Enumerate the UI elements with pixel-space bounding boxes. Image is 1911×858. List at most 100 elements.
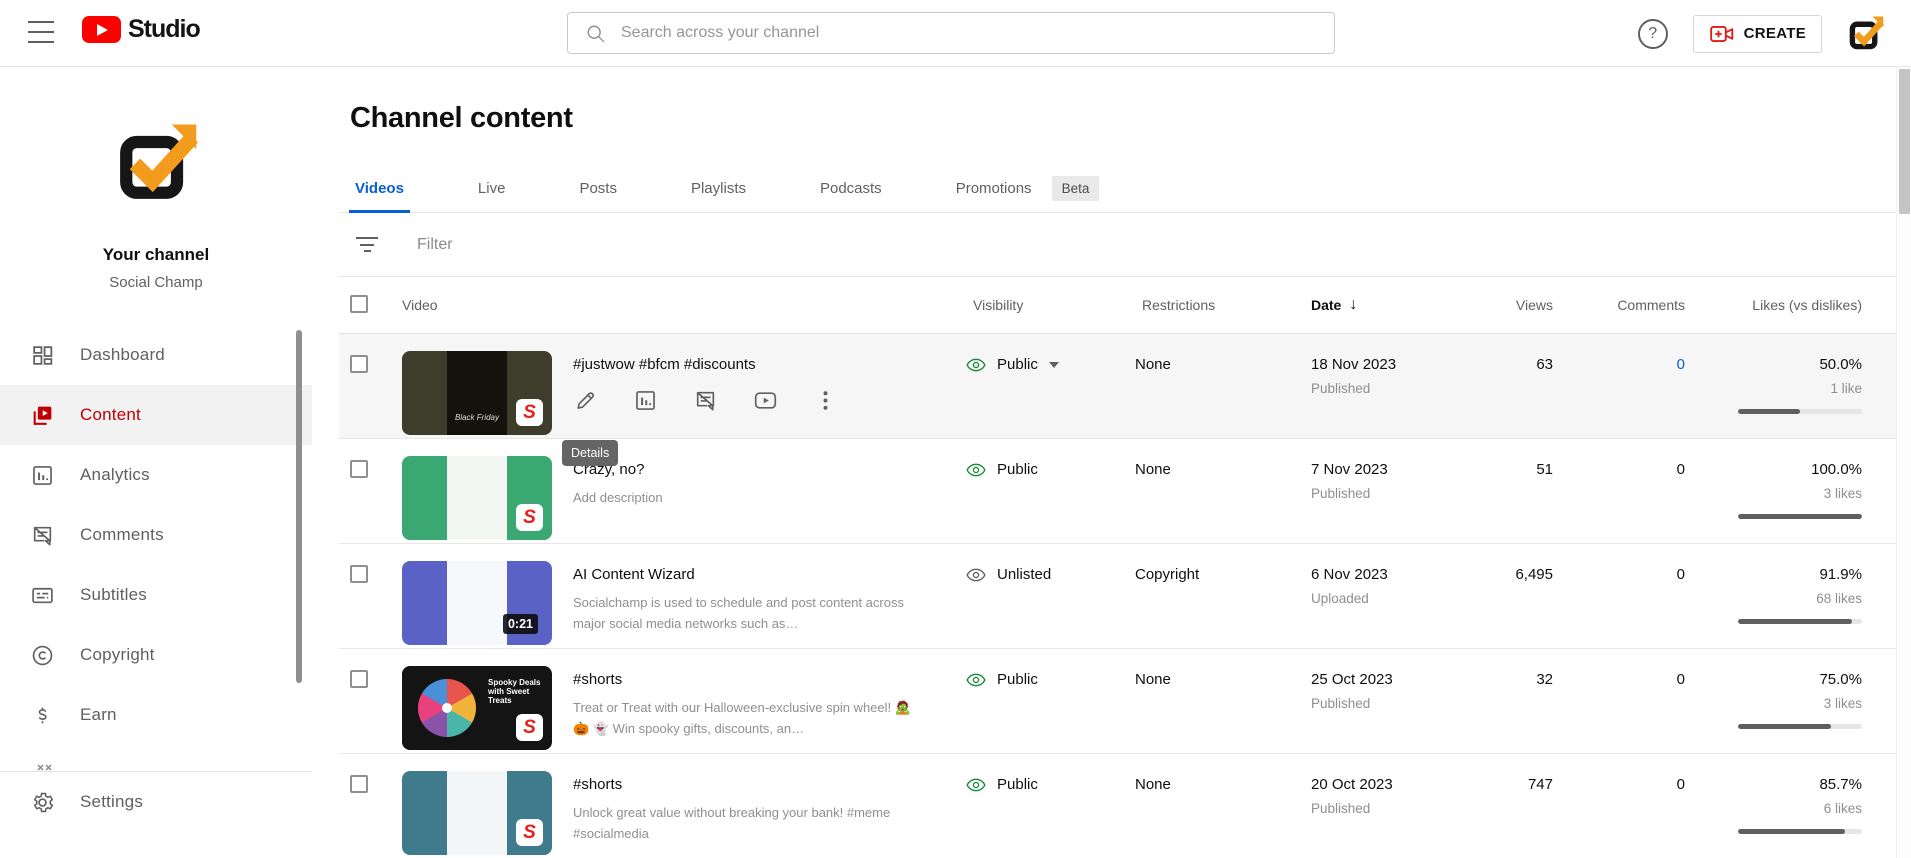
comments-icon[interactable] (693, 388, 718, 413)
row-checkbox[interactable] (350, 460, 368, 478)
col-header-views: Views (1515, 297, 1553, 313)
like-percentage: 85.7% (1819, 776, 1862, 793)
youtube-play-logo-icon (82, 16, 121, 43)
sidebar-item-settings[interactable]: Settings (0, 772, 312, 832)
likes-ratio-bar (1738, 619, 1862, 624)
eye-visibility-icon (966, 355, 986, 375)
sidebar-item-copyright[interactable]: Copyright (0, 625, 312, 685)
sidebar-item-subtitles[interactable]: Subtitles (0, 565, 312, 625)
sidebar-item-label: Subtitles (80, 585, 148, 604)
socialchamp-logo-badge: S (516, 504, 543, 531)
date-value: 25 Oct 2023 (1311, 671, 1393, 688)
restrictions-cell[interactable]: Copyright (1129, 544, 1304, 583)
like-percentage: 75.0% (1819, 671, 1862, 688)
tab-promotions[interactable]: Promotions (950, 165, 1038, 212)
sidebar-item-label: Earn (80, 705, 117, 724)
create-button[interactable]: CREATE (1692, 14, 1822, 53)
restrictions-cell[interactable]: None (1129, 649, 1304, 688)
comments-cell[interactable]: 0 (1559, 754, 1691, 793)
restrictions-cell[interactable]: None (1129, 334, 1304, 373)
comments-cell[interactable]: 0 (1559, 649, 1691, 688)
sidebar-item-earn[interactable]: Earn (0, 685, 312, 745)
eye-visibility-icon (966, 565, 986, 585)
sidebar-item-content[interactable]: Content (0, 385, 312, 445)
comments-cell[interactable]: 0 (1559, 334, 1691, 373)
visibility-cell[interactable]: Public (959, 754, 1129, 795)
video-title[interactable]: #justwow #bfcm #discounts (573, 356, 838, 373)
views-cell: 6,495 (1515, 566, 1553, 583)
partial-icon (33, 763, 57, 771)
comments-cell[interactable]: 0 (1559, 544, 1691, 583)
sidebar-scrollbar[interactable] (296, 330, 302, 683)
visibility-cell[interactable]: Public (959, 649, 1129, 690)
channel-search-bar[interactable] (567, 12, 1335, 54)
video-description[interactable]: Socialchamp is used to schedule and post… (573, 593, 921, 635)
youtube-studio-logo[interactable]: Studio (82, 15, 201, 44)
row-checkbox[interactable] (350, 670, 368, 688)
row-checkbox[interactable] (350, 775, 368, 793)
visibility-cell[interactable]: Public (959, 439, 1129, 480)
sidebar-item-analytics[interactable]: Analytics (0, 445, 312, 505)
table-row[interactable]: Spooky Deals with Sweet Treats S #shorts… (339, 649, 1896, 754)
row-checkbox[interactable] (350, 355, 368, 373)
row-checkbox[interactable] (350, 565, 368, 583)
tab-podcasts[interactable]: Podcasts (814, 165, 888, 212)
col-header-date[interactable]: Date ↓ (1304, 296, 1454, 314)
content-table: Video Visibility Restrictions Date ↓ Vie… (339, 277, 1896, 858)
edit-pencil-icon[interactable] (573, 388, 598, 413)
table-row[interactable]: Black Friday S #justwow #bfcm #discounts… (339, 334, 1896, 439)
search-input[interactable] (621, 24, 1334, 42)
visibility-dropdown-arrow-icon[interactable] (1048, 362, 1059, 368)
video-title[interactable]: #shorts (573, 776, 921, 793)
visibility-cell[interactable]: Public (959, 334, 1129, 375)
table-row[interactable]: 0:21 AI Content Wizard Socialchamp is us… (339, 544, 1896, 649)
view-on-youtube-icon[interactable] (753, 388, 778, 413)
video-thumbnail[interactable]: Spooky Deals with Sweet Treats S (402, 666, 552, 750)
help-icon[interactable]: ? (1637, 18, 1668, 49)
date-value: 18 Nov 2023 (1311, 356, 1397, 373)
tab-videos[interactable]: Videos (349, 165, 410, 213)
visibility-label: Public (997, 776, 1038, 793)
likes-cell: 100.0% 3 likes (1691, 439, 1868, 519)
video-thumbnail[interactable]: S (402, 456, 552, 540)
filter-icon[interactable] (355, 237, 379, 252)
earn-icon (30, 703, 55, 728)
tab-posts[interactable]: Posts (573, 165, 623, 212)
restrictions-cell[interactable]: None (1129, 439, 1304, 478)
eye-visibility-icon (966, 670, 986, 690)
video-description[interactable]: Add description (573, 488, 663, 509)
sidebar-item-label: Content (80, 405, 141, 424)
restrictions-cell[interactable]: None (1129, 754, 1304, 793)
tab-live[interactable]: Live (472, 165, 512, 212)
date-cell: 7 Nov 2023 Published (1304, 439, 1454, 501)
hamburger-menu-icon[interactable] (28, 21, 54, 43)
date-status: Published (1311, 801, 1371, 816)
video-thumbnail[interactable]: Black Friday S (402, 351, 552, 435)
channel-avatar[interactable] (114, 121, 198, 205)
table-row[interactable]: S #shorts Unlock great value without bre… (339, 754, 1896, 858)
comments-cell[interactable]: 0 (1559, 439, 1691, 478)
sort-descending-icon: ↓ (1349, 296, 1358, 313)
comments-icon (30, 523, 55, 548)
video-thumbnail[interactable]: 0:21 (402, 561, 552, 645)
video-title[interactable]: AI Content Wizard (573, 566, 921, 583)
account-avatar[interactable] (1847, 15, 1884, 52)
page-scrollbar-thumb[interactable] (1899, 69, 1910, 214)
analytics-icon[interactable] (633, 388, 658, 413)
video-thumbnail[interactable]: S (402, 771, 552, 855)
visibility-label: Public (997, 356, 1038, 373)
page-scrollbar[interactable] (1896, 67, 1911, 858)
video-duration-badge: 0:21 (502, 614, 538, 634)
select-all-checkbox[interactable] (350, 294, 368, 313)
tab-playlists[interactable]: Playlists (685, 165, 752, 212)
sidebar-menu: Dashboard Content Analytics Comments Sub… (0, 325, 312, 832)
video-description[interactable]: Unlock great value without breaking your… (573, 803, 921, 845)
filter-input[interactable] (417, 235, 1017, 254)
sidebar-item-dashboard[interactable]: Dashboard (0, 325, 312, 385)
visibility-cell[interactable]: Unlisted (959, 544, 1129, 585)
search-icon (585, 23, 606, 44)
more-options-kebab-icon[interactable] (813, 388, 838, 413)
video-description[interactable]: Treat or Treat with our Halloween-exclus… (573, 698, 921, 740)
sidebar-item-comments[interactable]: Comments (0, 505, 312, 565)
video-title[interactable]: #shorts (573, 671, 921, 688)
